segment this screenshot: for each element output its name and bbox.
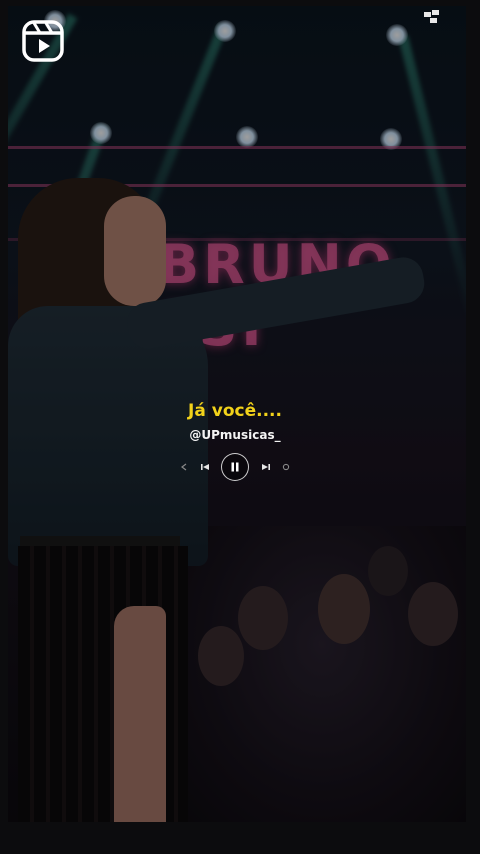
rewind-icon[interactable] bbox=[180, 463, 188, 471]
pause-icon[interactable] bbox=[221, 453, 249, 481]
bottom-bar bbox=[0, 822, 480, 854]
corner-logo-icon bbox=[422, 8, 442, 28]
music-player-controls bbox=[180, 452, 290, 482]
previous-icon[interactable] bbox=[200, 462, 210, 472]
frame-edge bbox=[466, 0, 480, 854]
lyric-caption: Já você.... bbox=[188, 401, 282, 421]
account-handle[interactable]: @UPmusicas_ bbox=[0, 428, 470, 442]
reels-icon[interactable] bbox=[22, 20, 64, 62]
forward-icon[interactable] bbox=[282, 463, 290, 471]
reel-frame: BRUNO SSI bbox=[0, 0, 480, 854]
next-icon[interactable] bbox=[261, 462, 271, 472]
